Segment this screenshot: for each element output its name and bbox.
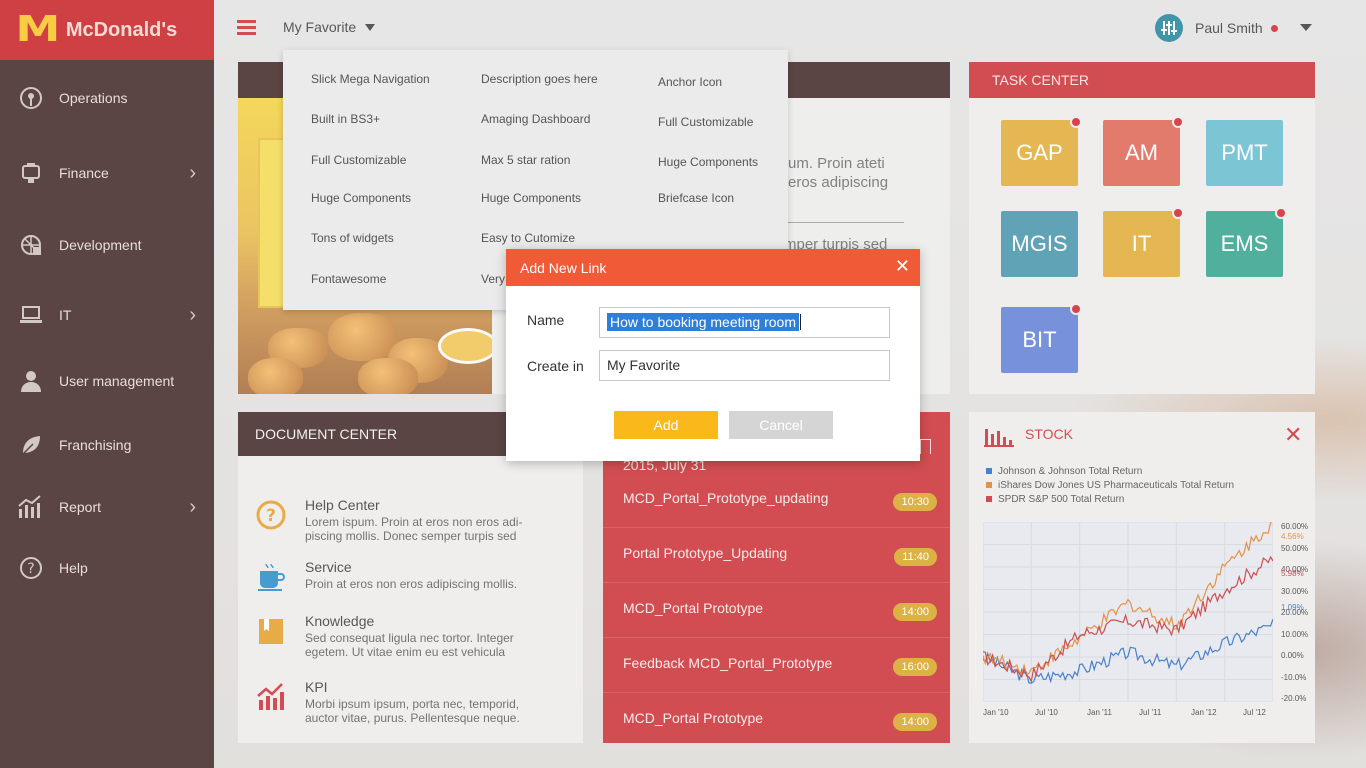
name-label: Name — [527, 312, 565, 328]
dropdown-item[interactable]: Amaging Dashboard — [481, 112, 590, 126]
add-button[interactable]: Add — [614, 411, 718, 439]
dropdown-item[interactable]: Max 5 star ration — [481, 153, 570, 167]
dropdown-item[interactable]: Built in BS3+ — [311, 112, 380, 126]
dropdown-item[interactable]: Fontawesome — [311, 272, 386, 286]
dropdown-item[interactable]: Very — [481, 272, 505, 286]
name-field[interactable]: How to booking meeting room — [599, 307, 890, 338]
add-new-link-dialog: Add New Link ✕ Name How to booking meeti… — [506, 249, 920, 461]
dropdown-item[interactable]: Huge Components — [311, 191, 411, 205]
close-icon[interactable]: ✕ — [895, 257, 910, 275]
dropdown-item[interactable]: Huge Components — [658, 155, 758, 169]
dropdown-item[interactable]: Description goes here — [481, 72, 598, 86]
dialog-header: Add New Link ✕ — [506, 249, 920, 286]
dropdown-item[interactable]: Full Customizable — [311, 153, 406, 167]
create-in-label: Create in — [527, 358, 584, 374]
selected-text: How to booking meeting room — [607, 313, 799, 331]
dropdown-item[interactable]: Slick Mega Navigation — [311, 72, 430, 86]
dropdown-item[interactable]: Tons of widgets — [311, 231, 394, 245]
dropdown-item[interactable]: Huge Components — [481, 191, 581, 205]
dropdown-item[interactable]: Full Customizable — [658, 115, 753, 129]
dropdown-item[interactable]: Easy to Cutomize — [481, 231, 575, 245]
dialog-title: Add New Link — [520, 260, 607, 276]
dropdown-item[interactable]: Briefcase Icon — [658, 191, 734, 205]
create-in-field[interactable]: My Favorite — [599, 350, 890, 381]
dropdown-item[interactable]: Anchor Icon — [658, 75, 722, 89]
cancel-button[interactable]: Cancel — [729, 411, 833, 439]
